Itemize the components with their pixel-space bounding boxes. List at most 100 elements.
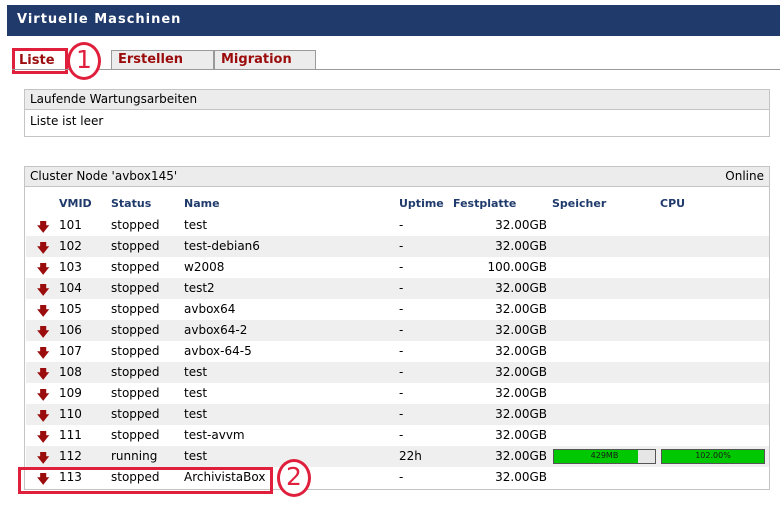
vm-id: 110: [59, 407, 82, 421]
vm-uptime: -: [399, 302, 404, 316]
maintenance-panel: Laufende Wartungsarbeiten Liste ist leer: [24, 89, 770, 137]
vm-id: 107: [59, 344, 82, 358]
vm-name[interactable]: avbox64: [184, 302, 235, 316]
vm-disk: 32.00GB: [495, 281, 547, 295]
vm-disk: 32.00GB: [495, 470, 547, 484]
vm-row[interactable]: 🡇 105 stopped avbox64 - 32.00GB: [26, 299, 769, 320]
vm-id: 105: [59, 302, 82, 316]
vm-uptime: -: [399, 365, 404, 379]
vm-uptime: -: [399, 218, 404, 232]
cluster-header: Cluster Node 'avbox145' Online: [25, 167, 769, 187]
cluster-panel: Cluster Node 'avbox145' Online VMID Stat…: [24, 166, 770, 490]
tab-liste[interactable]: Liste: [12, 48, 68, 74]
vm-row[interactable]: 🡇 107 stopped avbox-64-5 - 32.00GB: [26, 341, 769, 362]
annotation-marker-2: 2: [277, 459, 311, 497]
cpu-usage-label: 102.00%: [695, 451, 731, 460]
column-header-memory[interactable]: Speicher: [552, 197, 606, 210]
vm-disk: 32.00GB: [495, 428, 547, 442]
vm-row[interactable]: 🡇 110 stopped test - 32.00GB: [26, 404, 769, 425]
vm-name[interactable]: test: [184, 407, 207, 421]
memory-usage-bar: 429MB: [553, 449, 656, 464]
vm-status: stopped: [111, 428, 160, 442]
vm-status: stopped: [111, 239, 160, 253]
vm-uptime: -: [399, 344, 404, 358]
vm-id: 102: [59, 239, 82, 253]
vm-name[interactable]: avbox64-2: [184, 323, 247, 337]
vm-row[interactable]: 🡇 101 stopped test - 32.00GB: [26, 215, 769, 236]
vm-row[interactable]: 🡇 106 stopped avbox64-2 - 32.00GB: [26, 320, 769, 341]
tab-migration[interactable]: Migration: [214, 50, 316, 70]
column-header-cpu[interactable]: CPU: [660, 197, 685, 210]
vm-uptime: -: [399, 239, 404, 253]
vm-id: 112: [59, 449, 82, 463]
vm-row[interactable]: 🡇 108 stopped test - 32.00GB: [26, 362, 769, 383]
vm-name[interactable]: avbox-64-5: [184, 344, 252, 358]
vm-disk: 32.00GB: [495, 323, 547, 337]
vm-uptime: -: [399, 428, 404, 442]
vm-row[interactable]: 🡇 111 stopped test-avvm - 32.00GB: [26, 425, 769, 446]
tab-erstellen[interactable]: Erstellen: [111, 50, 214, 70]
memory-usage-label: 429MB: [590, 451, 619, 460]
vm-disk: 32.00GB: [495, 386, 547, 400]
vm-disk: 32.00GB: [495, 239, 547, 253]
vm-uptime: 22h: [399, 449, 422, 463]
cpu-usage-bar: 102.00%: [661, 449, 765, 464]
vm-uptime: -: [399, 386, 404, 400]
vm-uptime: -: [399, 281, 404, 295]
vm-uptime: -: [399, 260, 404, 274]
vm-uptime: -: [399, 470, 404, 484]
vm-status: stopped: [111, 365, 160, 379]
vm-name[interactable]: test: [184, 365, 207, 379]
vm-status: stopped: [111, 344, 160, 358]
vm-name[interactable]: test: [184, 386, 207, 400]
window-title: Virtuelle Maschinen: [7, 5, 780, 36]
column-header-disk[interactable]: Festplatte: [453, 197, 516, 210]
vm-id: 106: [59, 323, 82, 337]
vm-uptime: -: [399, 323, 404, 337]
column-header-vmid[interactable]: VMID: [59, 197, 92, 210]
column-header-name[interactable]: Name: [184, 197, 220, 210]
vm-disk: 32.00GB: [495, 449, 547, 463]
vm-uptime: -: [399, 407, 404, 421]
vm-id: 103: [59, 260, 82, 274]
vm-status: running: [111, 449, 158, 463]
vm-status: stopped: [111, 386, 160, 400]
tab-divider: [12, 69, 780, 70]
vm-disk: 100.00GB: [487, 260, 547, 274]
vm-status: stopped: [111, 302, 160, 316]
maintenance-body: Liste ist leer: [30, 114, 104, 128]
highlight-box: [18, 467, 273, 494]
vm-row[interactable]: 🡇 112 running test 22h 32.00GB 429MB 102…: [26, 446, 769, 467]
cluster-status: Online: [725, 169, 764, 183]
vm-status: stopped: [111, 407, 160, 421]
maintenance-title: Laufende Wartungsarbeiten: [25, 90, 769, 110]
column-header-uptime[interactable]: Uptime: [399, 197, 444, 210]
vm-disk: 32.00GB: [495, 218, 547, 232]
vm-id: 109: [59, 386, 82, 400]
vm-name[interactable]: test2: [184, 281, 215, 295]
cluster-title: Cluster Node 'avbox145': [30, 169, 178, 183]
vm-row[interactable]: 🡇 103 stopped w2008 - 100.00GB: [26, 257, 769, 278]
vm-disk: 32.00GB: [495, 302, 547, 316]
vm-disk: 32.00GB: [495, 407, 547, 421]
vm-id: 111: [59, 428, 82, 442]
vm-id: 101: [59, 218, 82, 232]
vm-status: stopped: [111, 323, 160, 337]
vm-name[interactable]: test: [184, 449, 207, 463]
vm-id: 104: [59, 281, 82, 295]
vm-row[interactable]: 🡇 102 stopped test-debian6 - 32.00GB: [26, 236, 769, 257]
vm-name[interactable]: test: [184, 218, 207, 232]
vm-name[interactable]: test-debian6: [184, 239, 260, 253]
vm-id: 108: [59, 365, 82, 379]
vm-name[interactable]: test-avvm: [184, 428, 245, 442]
vm-status: stopped: [111, 260, 160, 274]
column-header-status[interactable]: Status: [111, 197, 151, 210]
vm-name[interactable]: w2008: [184, 260, 224, 274]
vm-disk: 32.00GB: [495, 365, 547, 379]
vm-status: stopped: [111, 218, 160, 232]
vm-row[interactable]: 🡇 104 stopped test2 - 32.00GB: [26, 278, 769, 299]
vm-disk: 32.00GB: [495, 344, 547, 358]
vm-status: stopped: [111, 281, 160, 295]
annotation-marker-1: 1: [67, 42, 101, 80]
vm-row[interactable]: 🡇 109 stopped test - 32.00GB: [26, 383, 769, 404]
